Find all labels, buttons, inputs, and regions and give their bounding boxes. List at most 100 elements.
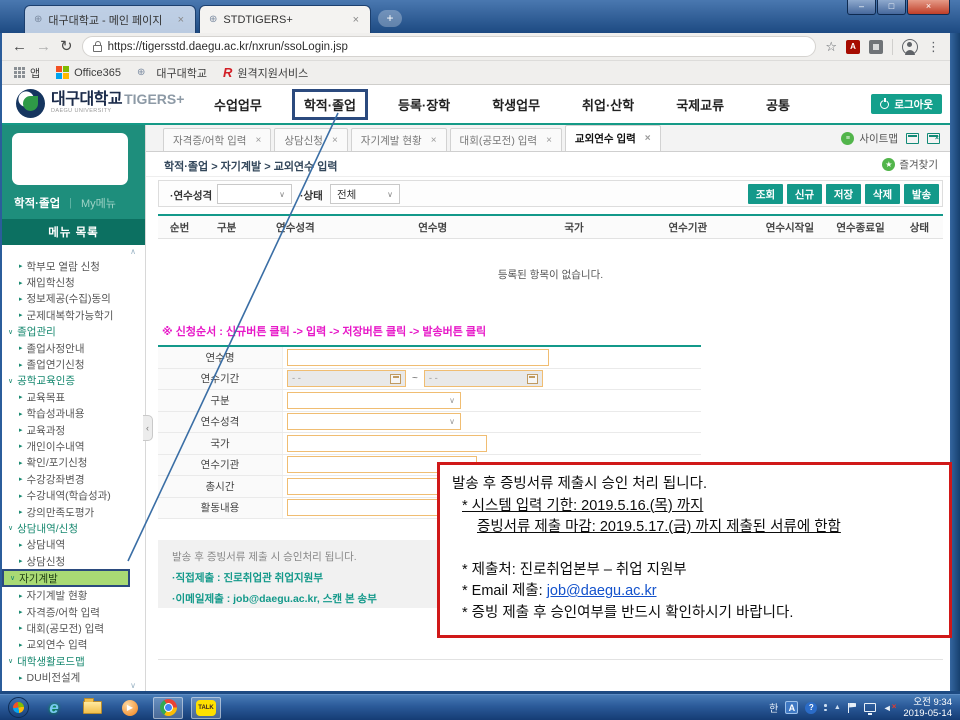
status-select[interactable]: 전체 ∨ — [330, 184, 400, 204]
bookmark-star-icon[interactable]: ☆ — [825, 39, 837, 55]
ime-english-indicator[interactable]: A — [785, 701, 798, 714]
end-date-input[interactable]: - - — [424, 370, 543, 387]
sidebar-menu-item[interactable]: ▸ ∨ 강의만족도평가 — [2, 504, 145, 520]
browser-tab[interactable]: ⊕ 대구대학교 - 메인 페이지 × — [24, 5, 196, 33]
pdf-extension-icon[interactable]: A — [846, 40, 860, 54]
refresh-icon[interactable]: ↻ — [60, 39, 73, 54]
nature-select[interactable]: ∨ — [287, 413, 461, 430]
close-all-windows-icon[interactable] — [927, 133, 940, 144]
file-explorer-icon[interactable] — [77, 697, 107, 719]
workspace-tab[interactable]: 교외연수 입력 × — [565, 125, 661, 151]
url-box[interactable]: https://tigersstd.daegu.ac.kr/nxrun/ssoL… — [82, 36, 817, 57]
add-favorite-button[interactable]: ★ 즐겨찾기 — [882, 157, 938, 172]
menu-dots-icon[interactable]: ⋮ — [927, 39, 940, 55]
browser-tab[interactable]: ⊕ STDTIGERS+ × — [199, 5, 371, 33]
main-nav-item[interactable]: 수업업무 — [214, 95, 262, 114]
media-player-icon[interactable]: ▶ — [115, 697, 145, 719]
sidebar-menu-item[interactable]: ▸ ∨ 재입학신청 — [2, 274, 145, 290]
country-input[interactable] — [287, 435, 487, 452]
workspace-tab[interactable]: 자기계발 현황 × — [351, 128, 447, 151]
main-nav-item[interactable]: 공통 — [766, 95, 790, 114]
ime-korean-indicator[interactable]: 한 — [769, 700, 778, 715]
action-button[interactable]: 발송 — [904, 184, 939, 204]
sidebar-menu-item[interactable]: ▸ ∨ DU비전설계 — [2, 669, 145, 685]
sidebar-menu-item[interactable]: ▸ ∨ 대회(공모전) 입력 — [2, 620, 145, 636]
start-date-input[interactable]: - - — [287, 370, 406, 387]
workspace-tab[interactable]: 대회(공모전) 입력 × — [450, 128, 562, 151]
url-text[interactable]: https://tigersstd.daegu.ac.kr/nxrun/ssoL… — [108, 41, 348, 53]
main-nav-item[interactable]: 취업·산학 — [582, 95, 634, 114]
bookmark-office365[interactable]: Office365 — [56, 66, 121, 79]
action-button[interactable]: 저장 — [826, 184, 861, 204]
sidebar-menu-item[interactable]: ▸ ∨ 자기계발 현황 — [2, 587, 145, 603]
action-center-flag-icon[interactable] — [848, 703, 857, 713]
open-window-icon[interactable] — [906, 133, 919, 144]
main-nav-item[interactable]: 학적·졸업 — [292, 89, 368, 120]
minimize-button[interactable]: – — [847, 0, 876, 15]
tray-expand-icon[interactable]: ▲ — [834, 704, 841, 711]
volume-muted-icon[interactable]: ◄× — [883, 703, 897, 713]
close-button[interactable]: × — [907, 0, 950, 15]
logout-button[interactable]: 로그아웃 — [871, 94, 942, 114]
tab-close-icon[interactable]: × — [255, 135, 261, 146]
chevron-down-icon[interactable]: ∨ — [130, 681, 136, 690]
bookmark-university[interactable]: ⊕ 대구대학교 — [137, 65, 207, 81]
kakaotalk-taskbar-icon[interactable]: TALK — [191, 697, 221, 719]
calendar-icon[interactable] — [390, 374, 401, 384]
sidebar-menu-item[interactable]: ▸ ∨ 학습성과내용 — [2, 406, 145, 422]
sidebar-menu-item[interactable]: ▸ ∨ 교육과정 — [2, 422, 145, 438]
sidebar-menu-item[interactable]: ▸ ∨ 자격증/어학 입력 — [2, 604, 145, 620]
sidebar-menu-item[interactable]: ▸ ∨ 자기계발 — [2, 569, 130, 587]
sidebar-tab-academic[interactable]: 학적·졸업 — [14, 195, 60, 211]
workspace-tab[interactable]: 자격증/어학 입력 × — [163, 128, 271, 151]
tab-close-icon[interactable]: × — [176, 14, 186, 26]
sidebar-collapse-handle[interactable]: ‹ — [143, 415, 153, 441]
sidebar-menu-item[interactable]: ▸ ∨ 졸업관리 — [2, 324, 145, 340]
chrome-taskbar-icon[interactable] — [153, 697, 183, 719]
apps-bookmark[interactable]: 앱 — [14, 65, 40, 81]
main-nav-item[interactable]: 등록·장학 — [398, 95, 450, 114]
sidebar-menu-item[interactable]: ▸ ∨ 상담신청 — [2, 553, 145, 569]
action-button[interactable]: 신규 — [787, 184, 822, 204]
tab-close-icon[interactable]: × — [351, 14, 361, 26]
email-link[interactable]: job@daegu.ac.kr — [547, 583, 657, 599]
extension-icon[interactable] — [869, 40, 883, 54]
training-nature-select[interactable]: ∨ — [217, 184, 292, 204]
training-name-input[interactable] — [287, 349, 549, 366]
chevron-up-icon[interactable]: ∧ — [130, 247, 136, 256]
main-nav-item[interactable]: 국제교류 — [676, 95, 724, 114]
help-icon[interactable]: ? — [805, 702, 817, 714]
tab-close-icon[interactable]: × — [645, 133, 651, 144]
sidebar-menu-item[interactable]: ▸ ∨ 상담내역/신청 — [2, 520, 145, 536]
taskbar-clock[interactable]: 오전 9:34 2019-05-14 — [903, 697, 952, 719]
university-logo[interactable]: 대구대학교TIGERS+ DAEGU UNIVERSITY — [16, 89, 184, 118]
sidebar-menu-item[interactable]: ▸ ∨ 교외연수 입력 — [2, 637, 145, 653]
sidebar-menu-item[interactable]: ▸ ∨ 교육목표 — [2, 389, 145, 405]
start-button[interactable] — [8, 697, 29, 718]
internet-explorer-icon[interactable]: e — [39, 697, 69, 719]
sidebar-menu-item[interactable]: ▸ ∨ 수강내역(학습성과) — [2, 487, 145, 503]
profile-icon[interactable] — [902, 39, 918, 55]
sidebar-menu-item[interactable]: ▸ ∨ 학부모 열람 신청 — [2, 258, 145, 274]
bookmark-remote-support[interactable]: R 원격지원서비스 — [223, 65, 308, 81]
forward-icon[interactable]: → — [36, 39, 51, 54]
display-icon[interactable] — [864, 703, 876, 712]
tab-close-icon[interactable]: × — [431, 135, 437, 146]
tab-close-icon[interactable]: × — [546, 135, 552, 146]
sidebar-menu-item[interactable]: ▸ ∨ 개인이수내역 — [2, 438, 145, 454]
sidebar-menu-item[interactable]: ▸ ∨ 졸업사정안내 — [2, 340, 145, 356]
back-icon[interactable]: ← — [12, 39, 27, 54]
tab-close-icon[interactable]: × — [332, 135, 338, 146]
maximize-button[interactable]: □ — [877, 0, 906, 15]
action-button[interactable]: 조회 — [748, 184, 783, 204]
workspace-tab[interactable]: 상담신청 × — [274, 128, 347, 151]
category-select[interactable]: ∨ — [287, 392, 461, 409]
sidebar-menu-item[interactable]: ▸ ∨ 수강강좌변경 — [2, 471, 145, 487]
sidebar-menu-item[interactable]: ▸ ∨ 상담내역 — [2, 537, 145, 553]
sidebar-menu-item[interactable]: ▸ ∨ 공학교육인증 — [2, 373, 145, 389]
calendar-icon[interactable] — [527, 374, 538, 384]
sidebar-menu-item[interactable]: ▸ ∨ 군제대복학가능학기 — [2, 307, 145, 323]
sitemap-link[interactable]: ≡ 사이트맵 — [841, 131, 940, 146]
sidebar-menu-item[interactable]: ▸ ∨ 정보제공(수집)동의 — [2, 291, 145, 307]
sidebar-menu-item[interactable]: ▸ ∨ 대학생활로드맵 — [2, 653, 145, 669]
